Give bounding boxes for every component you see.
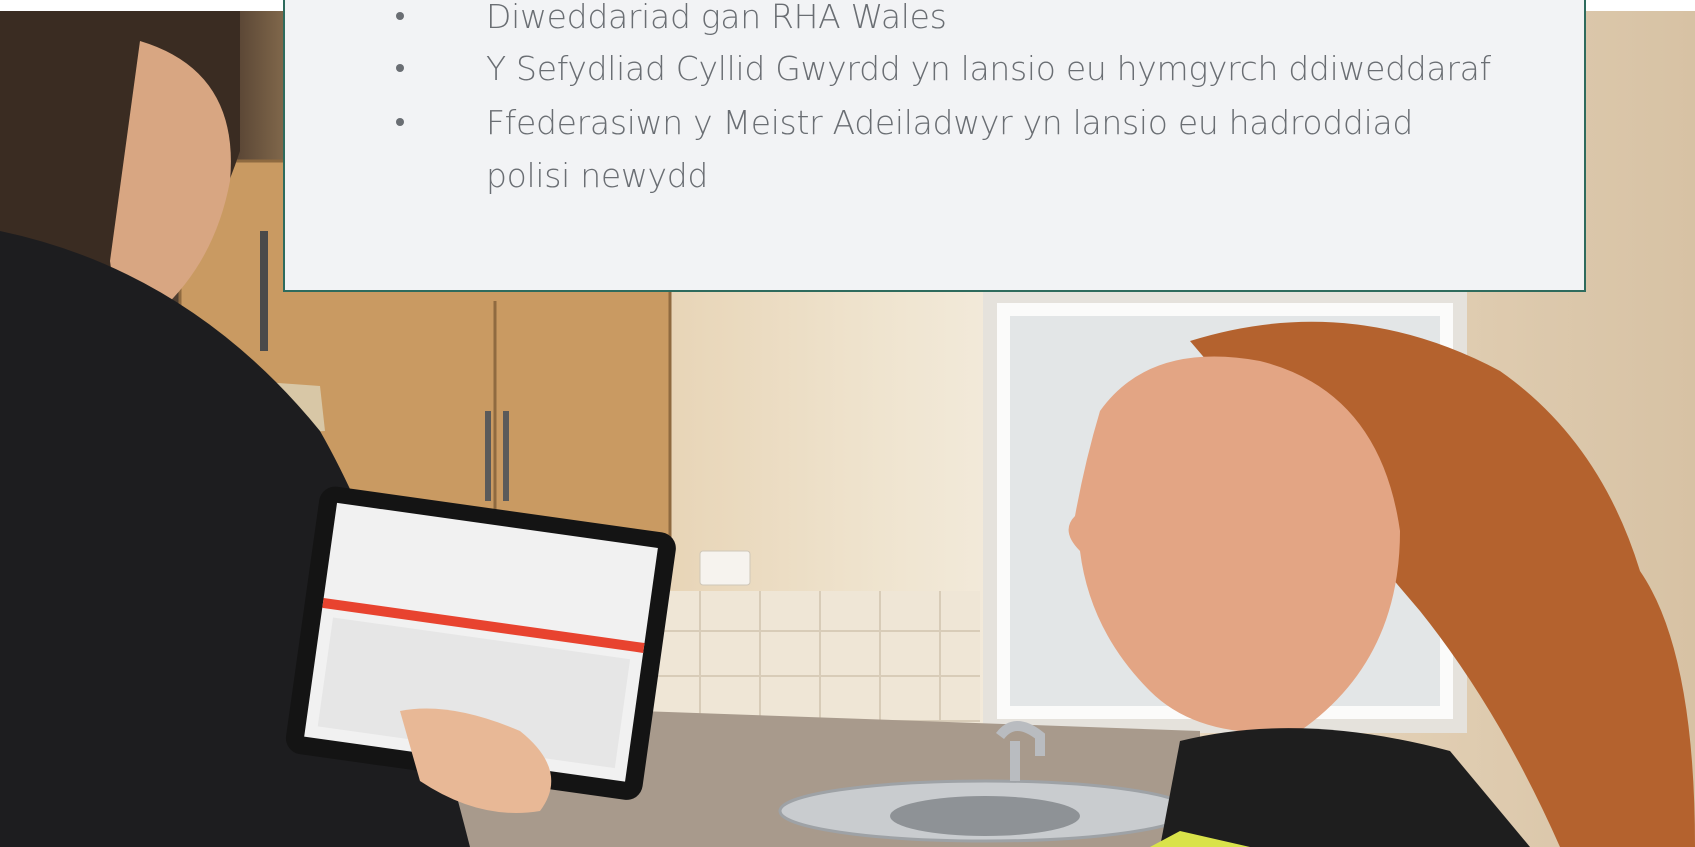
news-panel: Diweddariad gan RHA Wales Y Sefydliad Cy… <box>283 0 1586 292</box>
bullet-icon <box>396 118 404 126</box>
bullet-icon <box>396 64 404 72</box>
wall-socket <box>699 550 751 586</box>
news-item-text[interactable]: Ffederasiwn y Meistr Adeiladwyr yn lansi… <box>486 96 1506 202</box>
news-item-text[interactable]: Diweddariad gan RHA Wales <box>486 0 1506 43</box>
news-item-text[interactable]: Y Sefydliad Cyllid Gwyrdd yn lansio eu h… <box>486 42 1506 95</box>
bullet-icon <box>396 12 404 20</box>
woman-jumper <box>1160 728 1530 847</box>
